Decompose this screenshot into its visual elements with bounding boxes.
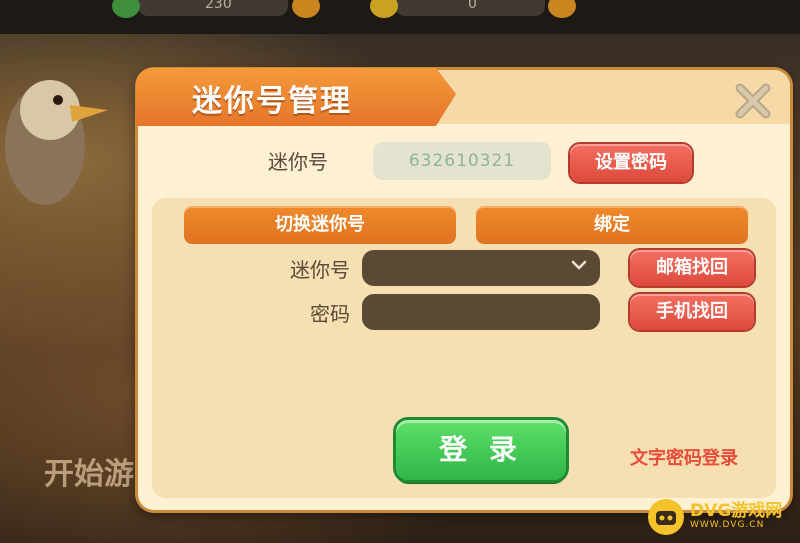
account-panel: 切换迷你号 绑定 迷你号 邮箱找回 密码 手机找回 登 录 文字密码登录: [152, 198, 776, 498]
close-icon[interactable]: [732, 82, 774, 122]
chevron-down-icon: [571, 260, 587, 270]
resource-value-2: 0: [468, 0, 477, 12]
phone-recover-button[interactable]: 手机找回: [630, 294, 754, 330]
add-coin-icon: [548, 0, 576, 18]
mini-account-dialog: 迷你号管理 迷你号 632610321 设置密码 切换迷你号 绑定 迷你号 邮箱…: [136, 68, 790, 510]
watermark-sub: WWW.DVG.CN: [690, 520, 765, 531]
email-recover-button[interactable]: 邮箱找回: [630, 250, 754, 286]
resource-value-1: 230: [205, 0, 232, 12]
login-button[interactable]: 登 录: [396, 420, 566, 480]
mini-id-value: 632610321: [373, 142, 551, 180]
account-field-label: 迷你号: [290, 258, 350, 282]
text-password-login-link[interactable]: 文字密码登录: [630, 444, 738, 470]
dialog-title: 迷你号管理: [192, 84, 352, 119]
set-password-button[interactable]: 设置密码: [570, 144, 692, 182]
gem-icon: [112, 0, 140, 18]
password-field-label: 密码: [310, 302, 350, 326]
tab-switch-account[interactable]: 切换迷你号: [184, 206, 456, 244]
bird-character-icon: [5, 80, 108, 205]
watermark-main: DVG游戏网: [690, 501, 783, 522]
start-game-text: 开始游: [44, 457, 134, 492]
robot-logo-icon: [648, 499, 684, 535]
password-input[interactable]: [362, 294, 600, 330]
coin-icon: [292, 0, 320, 18]
tab-bind[interactable]: 绑定: [476, 206, 748, 244]
account-select[interactable]: [362, 250, 600, 286]
site-watermark: DVG游戏网 WWW.DVG.CN: [648, 497, 782, 537]
mini-id-label: 迷你号: [268, 150, 328, 174]
top-resource-bar: 230 0: [0, 0, 800, 34]
star-coin-icon: [370, 0, 398, 18]
